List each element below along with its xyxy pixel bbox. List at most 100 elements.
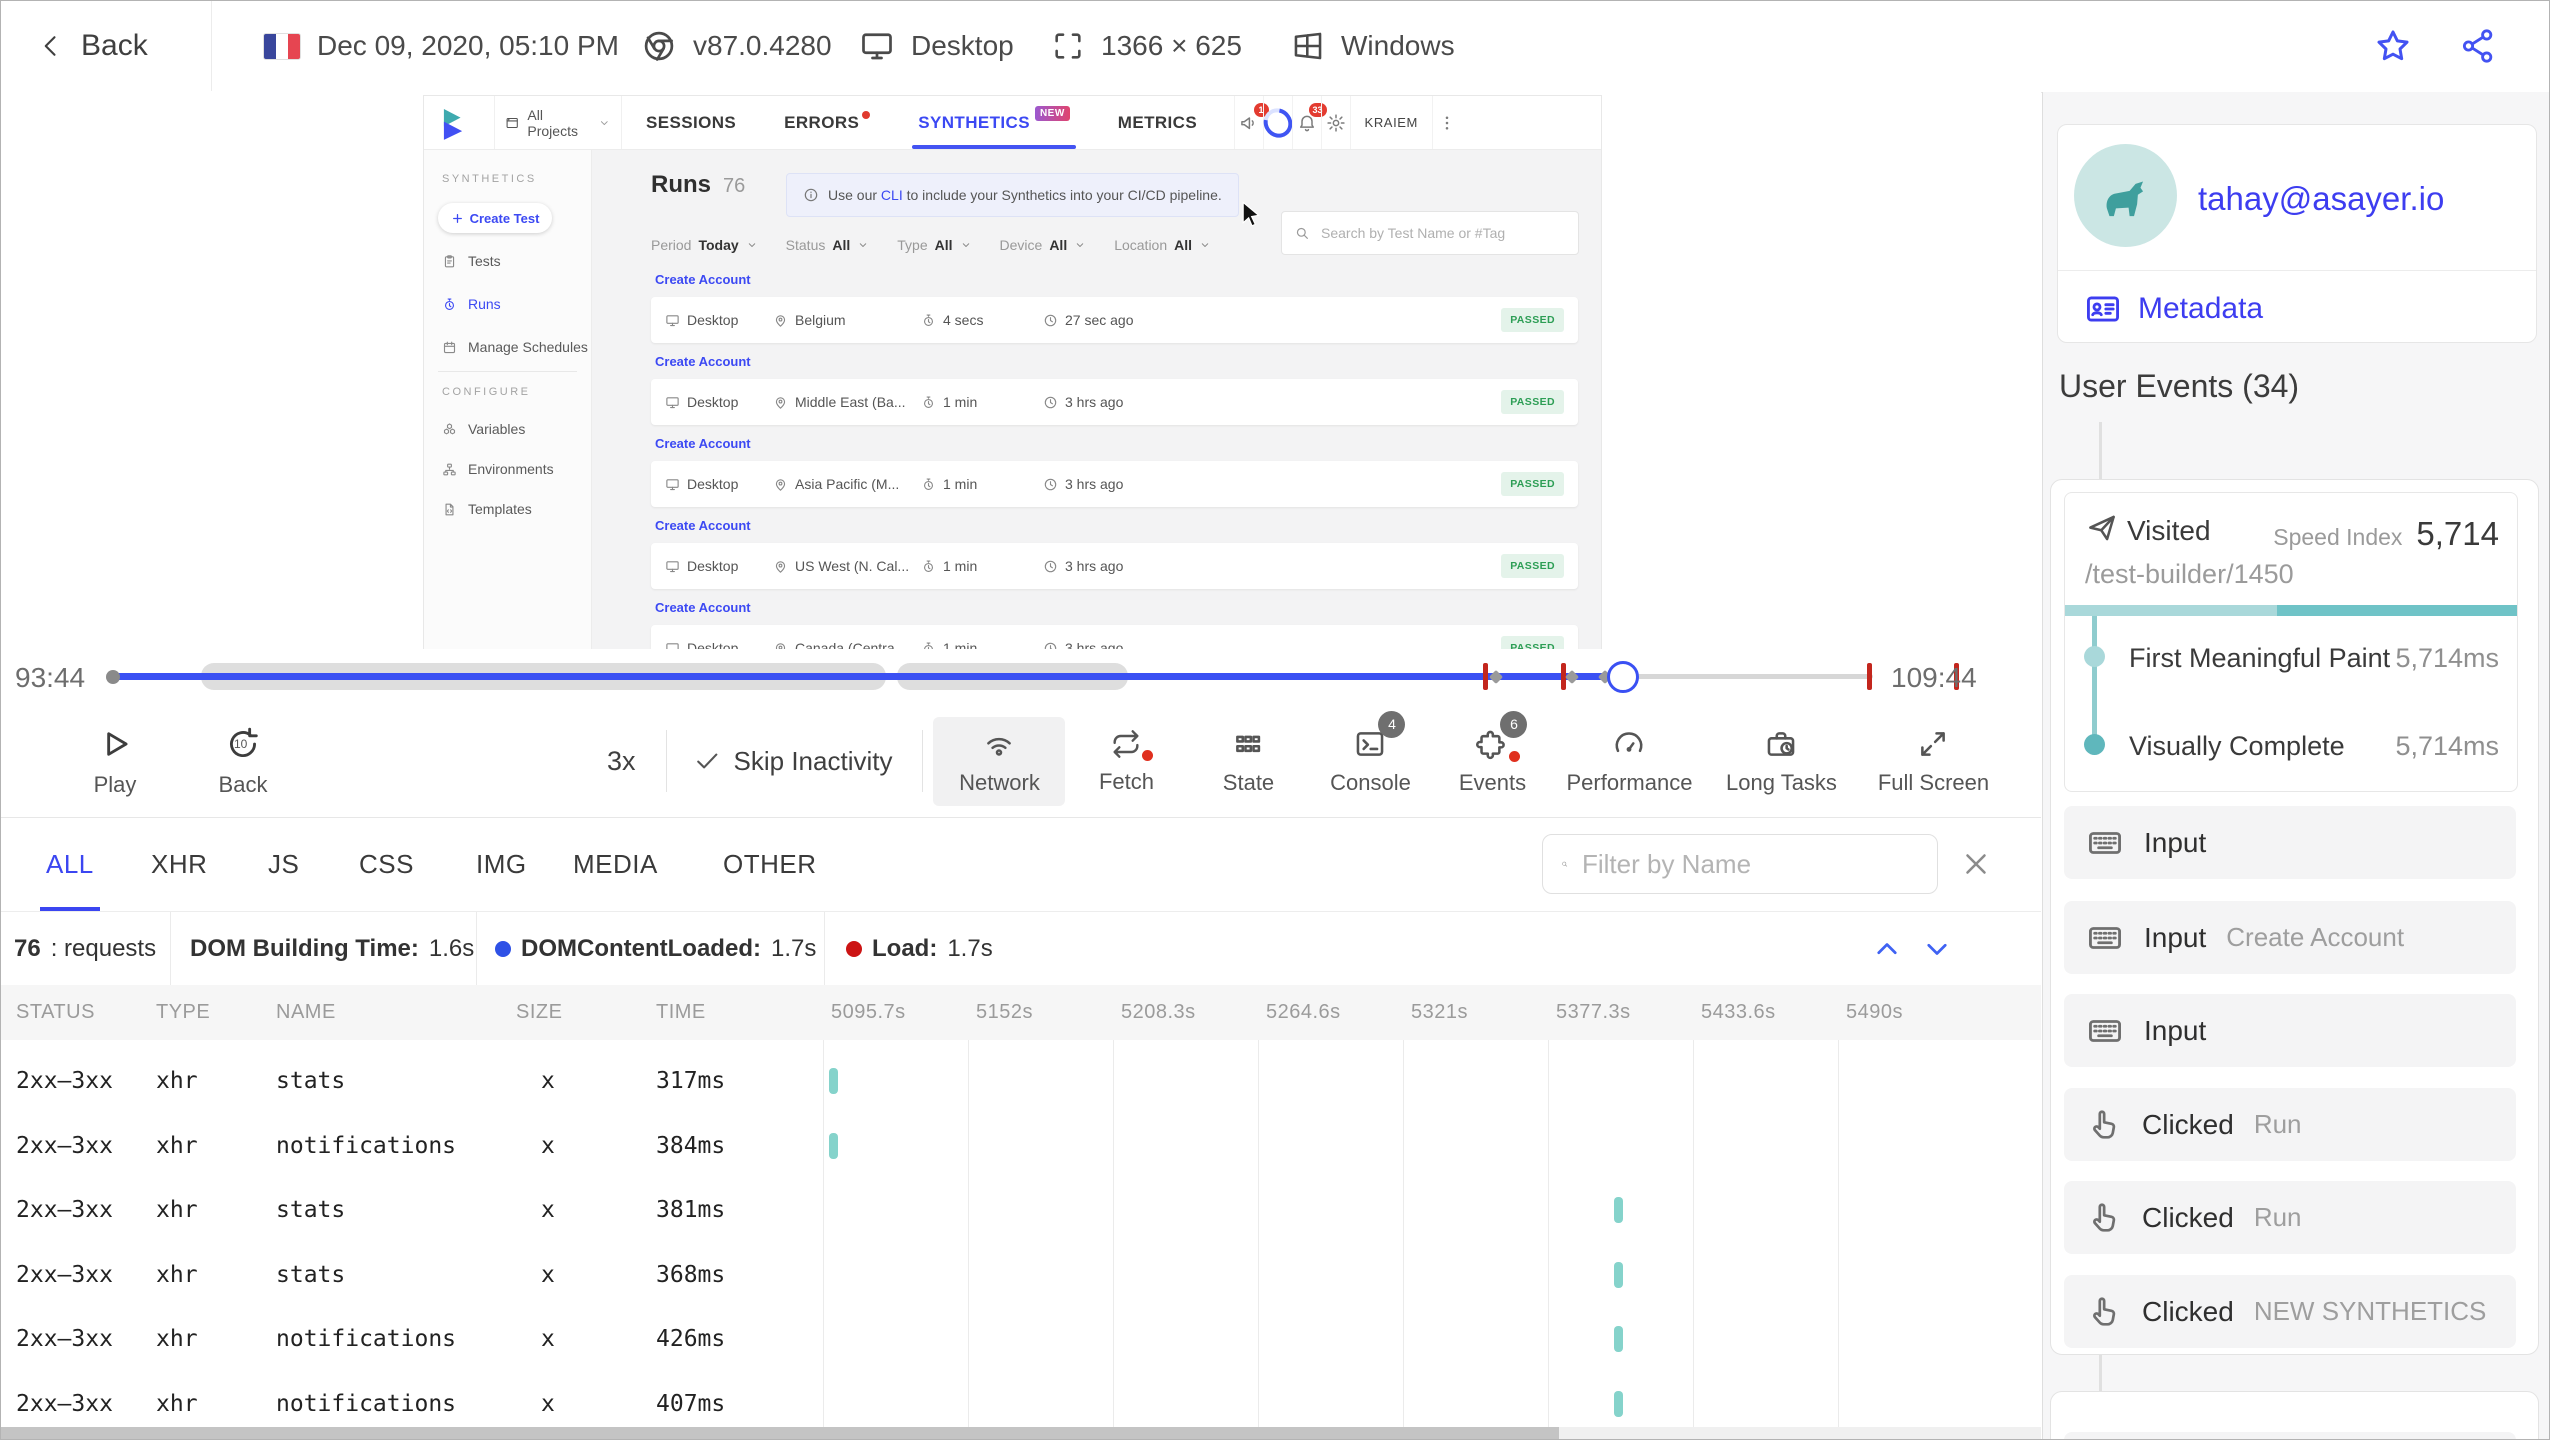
playback-speed-button[interactable]: 3x xyxy=(607,746,636,777)
user-menu[interactable]: KRAIEM xyxy=(1349,96,1432,149)
request-name: stats xyxy=(276,1261,346,1288)
filter-period[interactable]: Period Today xyxy=(651,237,758,253)
run-row[interactable]: Desktop Middle East (Ba... 1 min 3 hrs a… xyxy=(651,379,1578,425)
run-device: Desktop xyxy=(687,476,739,492)
chevron-down-icon xyxy=(746,239,758,251)
settings-button[interactable] xyxy=(1320,96,1350,149)
network-filter-input[interactable] xyxy=(1580,847,1919,881)
request-type: xhr xyxy=(156,1326,198,1352)
more-menu-button[interactable] xyxy=(1432,96,1461,149)
filter-type[interactable]: Type All xyxy=(897,237,971,253)
user-email-link[interactable]: tahay@asayer.io xyxy=(2198,180,2444,218)
net-tab-css[interactable]: CSS xyxy=(359,818,414,910)
clock-icon xyxy=(1043,477,1058,492)
cli-link[interactable]: CLI xyxy=(881,187,903,203)
sidebar-item-environments[interactable]: Environments xyxy=(442,461,554,477)
run-row[interactable]: Desktop Asia Pacific (M... 1 min 3 hrs a… xyxy=(651,461,1578,507)
search-icon xyxy=(1561,849,1568,879)
panel-button-network[interactable]: Network xyxy=(933,716,1066,806)
project-selector[interactable]: All Projects xyxy=(494,96,622,149)
event-item-partial[interactable] xyxy=(2064,1432,2516,1439)
scrollbar-thumb[interactable] xyxy=(1,1427,1559,1439)
horizontal-scrollbar[interactable] xyxy=(1,1427,2041,1439)
close-network-panel-button[interactable] xyxy=(1959,847,1993,886)
metadata-button[interactable]: Metadata xyxy=(2084,290,2263,328)
request-row[interactable]: 2xx–3xx xhr stats x 368ms xyxy=(1,1243,2041,1307)
net-tab-media[interactable]: MEDIA xyxy=(573,818,658,910)
run-row[interactable]: Desktop Canada (Centra... 1 min 3 hrs ag… xyxy=(651,625,1578,649)
timeline-track[interactable] xyxy=(106,649,1873,705)
create-test-button[interactable]: Create Test xyxy=(438,203,552,233)
request-row[interactable]: 2xx–3xx xhr notifications x 384ms xyxy=(1,1114,2041,1178)
event-item-clicked[interactable]: Clicked Run xyxy=(2064,1181,2516,1254)
panel-button-console[interactable]: 4 Console xyxy=(1309,710,1431,806)
player-controls: Play 10 Back 3x Skip Inactivity Network … xyxy=(1,705,2041,818)
sidebar-item-variables[interactable]: Variables xyxy=(442,421,525,437)
request-row[interactable]: 2xx–3xx xhr stats x 381ms xyxy=(1,1178,2041,1242)
tab-errors-label: ERRORS xyxy=(784,112,860,132)
run-group-title[interactable]: Create Account xyxy=(655,436,751,451)
event-item-clicked[interactable]: Clicked Run xyxy=(2064,1088,2516,1161)
notifications-button[interactable]: 33 xyxy=(1291,96,1327,149)
event-item-input[interactable]: Input Create Account xyxy=(2064,901,2516,974)
visited-event-card[interactable]: Visited Speed Index 5,714 /test-builder/… xyxy=(2064,492,2518,792)
load-label: Load: xyxy=(872,934,938,962)
metadata-label: Metadata xyxy=(2138,292,2264,325)
request-row[interactable]: 2xx–3xx xhr notifications x 426ms xyxy=(1,1307,2041,1371)
event-marker[interactable] xyxy=(1867,663,1873,690)
speed-index-label: Speed Index xyxy=(2273,524,2403,550)
test-search-input[interactable] xyxy=(1319,224,1566,242)
sidebar-item-templates[interactable]: Templates xyxy=(442,501,532,517)
run-group-title[interactable]: Create Account xyxy=(655,518,751,533)
time-axis: 5095.7s 5152s 5208.3s 5264.6s 5321s 5377… xyxy=(791,985,2041,1040)
sidebar-item-manage-schedules[interactable]: Manage Schedules xyxy=(442,339,588,355)
net-tab-xhr[interactable]: XHR xyxy=(151,818,207,910)
playhead-handle[interactable] xyxy=(1606,661,1639,693)
panel-button-long-tasks[interactable]: Long Tasks xyxy=(1705,717,1857,806)
skip-inactivity-toggle[interactable]: Skip Inactivity xyxy=(693,746,892,777)
net-tab-other[interactable]: OTHER xyxy=(723,818,817,910)
panel-button-performance[interactable]: Performance xyxy=(1553,717,1705,806)
back-button[interactable]: Back xyxy=(37,1,148,91)
tab-synthetics[interactable]: SYNTHETICS NEW xyxy=(912,96,1076,149)
net-tab-js[interactable]: JS xyxy=(268,818,299,910)
run-group-title[interactable]: Create Account xyxy=(655,600,751,615)
event-item-clicked[interactable]: Clicked NEW SYNTHETICS xyxy=(2064,1275,2516,1348)
share-button[interactable] xyxy=(2459,1,2497,91)
app-sidebar: SYNTHETICS Create Test Tests Runs Manage… xyxy=(424,149,592,649)
tab-metrics[interactable]: METRICS xyxy=(1118,96,1197,149)
user-card: tahay@asayer.io Metadata xyxy=(2057,124,2537,343)
project-selector-value: All Projects xyxy=(527,106,578,139)
net-tab-all[interactable]: ALL xyxy=(40,818,100,911)
announcements-button[interactable]: 1 xyxy=(1233,96,1269,149)
tab-errors[interactable]: ERRORS xyxy=(784,96,871,149)
panel-button-full-screen[interactable]: Full Screen xyxy=(1857,717,2009,806)
sidebar-item-runs[interactable]: Runs xyxy=(442,296,501,312)
filter-type-label: Type xyxy=(897,237,928,253)
play-button[interactable]: Play xyxy=(79,725,151,798)
run-group-title[interactable]: Create Account xyxy=(655,354,751,369)
play-label: Play xyxy=(93,771,137,797)
jump-previous-button[interactable] xyxy=(1869,912,1905,985)
run-row[interactable]: Desktop Belgium 4 secs 27 sec ago PASSED xyxy=(651,297,1578,343)
request-row[interactable]: 2xx–3xx xhr notifications x 407ms xyxy=(1,1372,2041,1428)
filter-status[interactable]: Status All xyxy=(786,237,870,253)
panel-button-events[interactable]: 6 Events xyxy=(1431,710,1553,806)
run-group-title[interactable]: Create Account xyxy=(655,272,751,287)
back-10s-button[interactable]: 10 Back xyxy=(207,725,279,798)
event-item-input[interactable]: Input xyxy=(2064,994,2516,1067)
event-marker[interactable] xyxy=(1483,663,1489,690)
panel-button-state[interactable]: State xyxy=(1187,717,1309,806)
run-row[interactable]: Desktop US West (N. Cal... 1 min 3 hrs a… xyxy=(651,543,1578,589)
filter-device[interactable]: Device All xyxy=(1000,237,1087,253)
sidebar-item-tests[interactable]: Tests xyxy=(442,253,501,269)
jump-next-button[interactable] xyxy=(1919,912,1955,985)
filter-location[interactable]: Location All xyxy=(1114,237,1211,253)
request-name: notifications xyxy=(276,1132,457,1159)
net-tab-img[interactable]: IMG xyxy=(476,818,527,910)
panel-button-fetch[interactable]: Fetch xyxy=(1065,718,1187,805)
tab-sessions[interactable]: SESSIONS xyxy=(646,96,736,149)
event-item-input[interactable]: Input xyxy=(2064,806,2516,879)
request-row[interactable]: 2xx–3xx xhr stats x 317ms xyxy=(1,1049,2041,1113)
favorite-button[interactable] xyxy=(2373,1,2413,91)
